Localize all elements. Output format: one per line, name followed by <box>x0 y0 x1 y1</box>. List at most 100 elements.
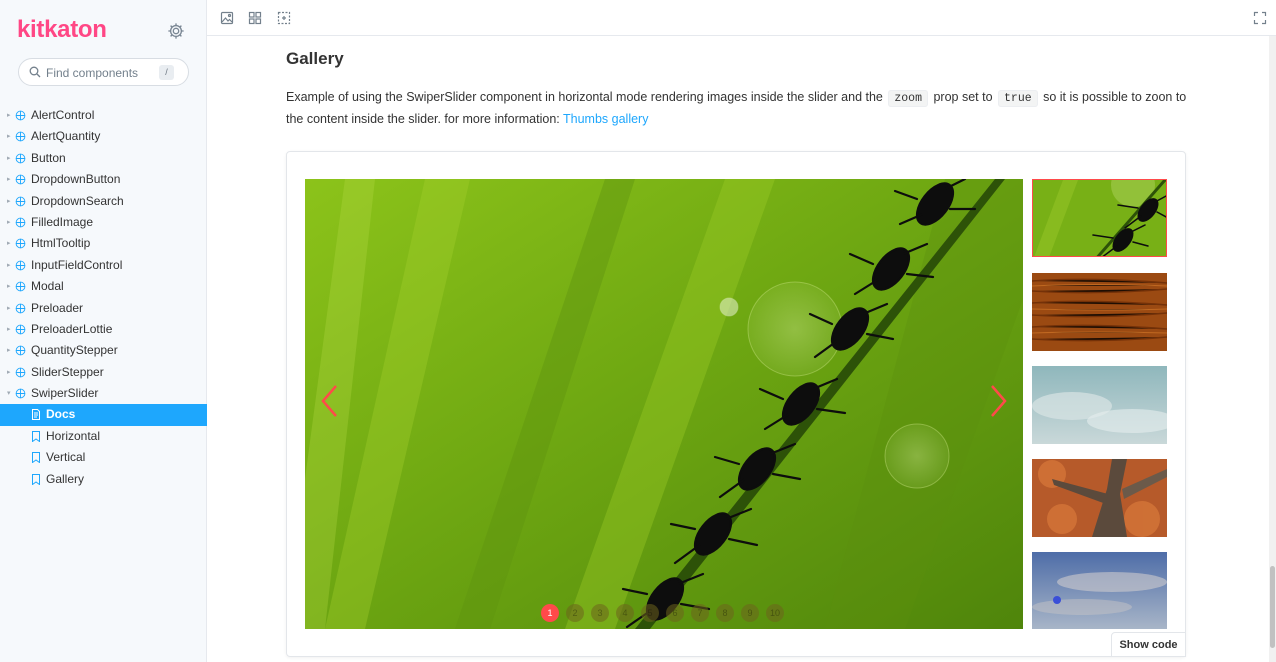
caret-right-icon: ▸ <box>7 240 11 248</box>
component-icon <box>15 324 26 335</box>
sidebar-item-preloaderlottie[interactable]: ▸ PreloaderLottie <box>0 319 207 340</box>
sidebar-story-label: Docs <box>46 407 76 422</box>
component-icon <box>15 110 26 121</box>
story-preview: 1 2 3 4 5 6 7 8 9 10 Show code <box>286 151 1186 657</box>
component-icon <box>15 388 26 399</box>
main-slide-image[interactable]: 1 2 3 4 5 6 7 8 9 10 <box>305 179 1023 629</box>
chevron-right-icon[interactable] <box>989 383 1009 419</box>
sidebar-header: kitkaton <box>0 0 206 60</box>
sidebar-item-alertquantity[interactable]: ▸ AlertQuantity <box>0 126 207 147</box>
component-icon <box>15 281 26 292</box>
caret-right-icon: ▸ <box>7 261 11 269</box>
scrollbar-thumb[interactable] <box>1270 566 1275 648</box>
caret-down-icon: ▾ <box>7 390 11 398</box>
sidebar-story-label: Vertical <box>46 450 86 465</box>
image-icon[interactable] <box>220 11 234 25</box>
pagination-bullet[interactable]: 10 <box>766 604 784 622</box>
pagination-bullet[interactable]: 5 <box>641 604 659 622</box>
fullscreen-icon[interactable] <box>1253 11 1267 25</box>
sidebar-item-button[interactable]: ▸ Button <box>0 148 207 169</box>
thumbnail-wood-grain[interactable] <box>1032 273 1167 351</box>
bookmark-icon <box>32 473 40 485</box>
caret-right-icon: ▸ <box>7 368 11 376</box>
app-logo[interactable]: kitkaton <box>17 16 107 44</box>
caret-right-icon: ▸ <box>7 283 11 291</box>
sidebar-item-sliderstepper[interactable]: ▸ SliderStepper <box>0 362 207 383</box>
toolbar <box>207 0 1276 36</box>
gear-icon[interactable] <box>167 22 185 40</box>
show-code-button[interactable]: Show code <box>1111 632 1186 657</box>
sidebar-item-preloader[interactable]: ▸ Preloader <box>0 298 207 319</box>
caret-right-icon: ▸ <box>7 325 11 333</box>
sidebar-item-label: HtmlTooltip <box>31 236 91 251</box>
search-box[interactable]: / <box>18 58 189 86</box>
caret-right-icon: ▸ <box>7 112 11 119</box>
component-icon <box>15 174 26 185</box>
scrollbar[interactable] <box>1269 36 1276 662</box>
sidebar-item-htmltooltip[interactable]: ▸ HtmlTooltip <box>0 233 207 254</box>
code-zoom: zoom <box>888 90 928 107</box>
sidebar-item-label: DropdownSearch <box>31 193 124 208</box>
component-icon <box>15 345 26 356</box>
chevron-left-icon[interactable] <box>319 383 339 419</box>
grid-icon[interactable] <box>248 11 262 25</box>
thumbnail-autumn-tree[interactable] <box>1032 459 1167 537</box>
sidebar-story-vertical[interactable]: Vertical <box>0 447 207 468</box>
search-input[interactable] <box>46 64 156 82</box>
bookmark-icon <box>32 430 40 442</box>
search-icon <box>29 66 41 78</box>
pagination-bullet[interactable]: 4 <box>616 604 634 622</box>
caret-right-icon: ▸ <box>7 197 11 205</box>
sidebar-item-dropdownbutton[interactable]: ▸ DropdownButton <box>0 169 207 190</box>
sidebar-item-inputfieldcontrol[interactable]: ▸ InputFieldControl <box>0 255 207 276</box>
description-text: prop set to <box>933 90 993 104</box>
sidebar-item-label: DropdownButton <box>31 172 121 187</box>
component-icon <box>15 196 26 206</box>
pagination-bullet[interactable]: 7 <box>691 604 709 622</box>
caret-right-icon: ▸ <box>7 176 11 184</box>
caret-right-icon: ▸ <box>7 347 11 355</box>
thumbnail-cloudy-sky[interactable] <box>1032 366 1167 444</box>
sidebar-item-label: InputFieldControl <box>31 257 123 272</box>
sidebar-item-swiperslider[interactable]: ▾ SwiperSlider <box>0 383 207 404</box>
sidebar-item-alertcontrol[interactable]: ▸ AlertControl <box>0 105 207 126</box>
sidebar-item-label: SwiperSlider <box>31 386 99 401</box>
pagination-bullet[interactable]: 2 <box>566 604 584 622</box>
sidebar-item-modal[interactable]: ▸ Modal <box>0 276 207 297</box>
component-icon <box>15 367 26 378</box>
sidebar-story-gallery[interactable]: Gallery <box>0 469 207 490</box>
page-title: Gallery <box>286 49 344 68</box>
document-icon <box>32 409 40 421</box>
description: Example of using the SwiperSlider compon… <box>286 87 1206 130</box>
sidebar-story-horizontal[interactable]: Horizontal <box>0 426 207 447</box>
pagination-bullet[interactable]: 8 <box>716 604 734 622</box>
sidebar-item-label: Preloader <box>31 300 84 315</box>
sidebar-item-label: QuantityStepper <box>31 343 118 358</box>
sidebar-item-dropdownsearch[interactable]: ▸ DropdownSearch <box>0 191 207 212</box>
sidebar-story-label: Gallery <box>46 471 85 486</box>
pagination-bullet[interactable]: 1 <box>541 604 559 622</box>
component-tree: ▸ AlertControl ▸ AlertQuantity ▸ Button ▸ Dropd… <box>0 105 207 490</box>
thumbnail-evening-sky[interactable] <box>1032 552 1167 629</box>
bookmark-icon <box>32 452 40 464</box>
thumbnail-grass-ants[interactable] <box>1032 179 1167 257</box>
outline-icon[interactable] <box>277 11 291 25</box>
component-icon <box>15 132 26 142</box>
sidebar: kitkaton / ▸ AlertControl ▸ AlertQuantity ▸ B… <box>0 0 207 662</box>
description-text: Example of using the SwiperSlider compon… <box>286 90 883 104</box>
pagination-bullet[interactable]: 9 <box>741 604 759 622</box>
sidebar-item-quantitystepper[interactable]: ▸ QuantityStepper <box>0 340 207 361</box>
pagination-bullet[interactable]: 3 <box>591 604 609 622</box>
pagination-bullet[interactable]: 6 <box>666 604 684 622</box>
sidebar-item-label: FilledImage <box>31 214 94 229</box>
sidebar-item-label: PreloaderLottie <box>31 321 113 336</box>
component-icon <box>15 153 26 164</box>
thumbs-gallery-link[interactable]: Thumbs gallery <box>563 112 648 126</box>
code-true: true <box>998 90 1038 107</box>
search-shortcut-hint: / <box>159 65 174 80</box>
sidebar-story-docs[interactable]: Docs <box>0 404 207 426</box>
caret-right-icon: ▸ <box>7 218 11 226</box>
sidebar-story-label: Horizontal <box>46 428 101 443</box>
sidebar-item-filledimage[interactable]: ▸ FilledImage <box>0 212 207 233</box>
sidebar-item-label: Modal <box>31 279 64 294</box>
